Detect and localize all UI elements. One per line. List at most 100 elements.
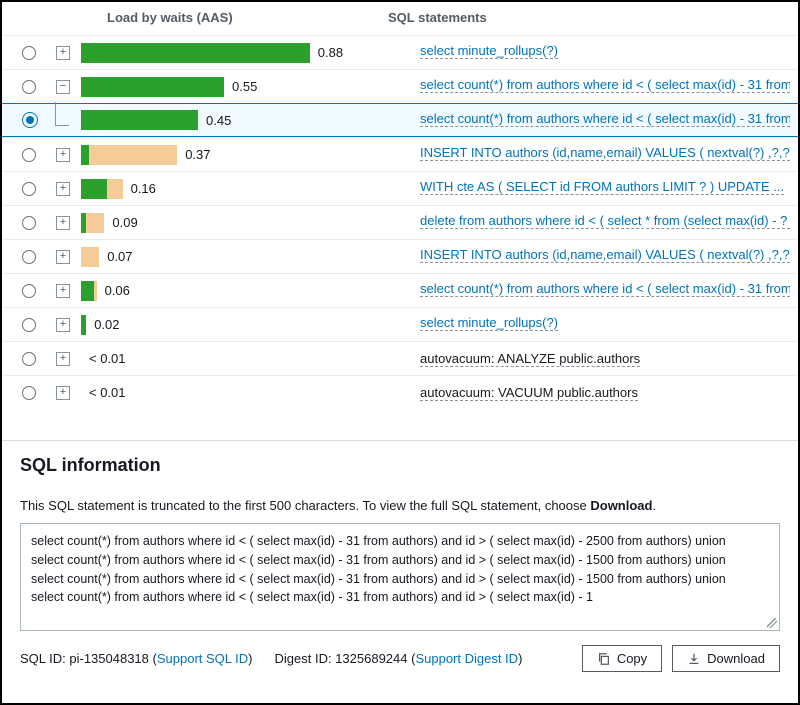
sql-statement-link[interactable]: select count(*) from authors where id < …: [420, 281, 790, 297]
load-bar: [81, 110, 198, 130]
load-value: 0.07: [107, 249, 132, 264]
truncation-note: This SQL statement is truncated to the f…: [20, 498, 780, 513]
load-value: 0.02: [94, 317, 119, 332]
load-bar: [81, 145, 177, 165]
bar-segment-orange: [94, 281, 97, 301]
tree-connector-icon: [55, 102, 69, 126]
table-row[interactable]: +0.37 INSERT INTO authors (id,name,email)…: [2, 137, 798, 171]
sql-statement-link[interactable]: select minute_rollups(?): [420, 43, 558, 59]
load-value: 0.06: [105, 283, 130, 298]
sql-information-panel: SQL information This SQL statement is tr…: [2, 440, 798, 682]
expand-icon[interactable]: +: [56, 216, 70, 230]
bar-segment-green: [81, 281, 94, 301]
header-load[interactable]: Load by waits (AAS): [47, 10, 382, 25]
sql-line: select count(*) from authors where id < …: [31, 570, 769, 589]
load-value: 0.16: [131, 181, 156, 196]
row-radio[interactable]: [22, 284, 36, 298]
row-radio[interactable]: [22, 318, 36, 332]
download-button[interactable]: Download: [672, 645, 780, 672]
row-radio[interactable]: [22, 352, 36, 366]
sql-statement-link[interactable]: select minute_rollups(?): [420, 315, 558, 331]
bar-segment-orange: [107, 179, 123, 199]
load-value: 0.55: [232, 79, 257, 94]
table-row[interactable]: +0.09 delete from authors where id < ( se…: [2, 205, 798, 239]
sql-line: select count(*) from authors where id < …: [31, 532, 769, 551]
table-row[interactable]: +0.06 select count(*) from authors where …: [2, 273, 798, 307]
row-radio[interactable]: [22, 112, 38, 128]
expand-icon[interactable]: +: [56, 148, 70, 162]
bar-segment-green: [81, 315, 86, 335]
expand-icon[interactable]: +: [56, 46, 70, 60]
load-value: 0.88: [318, 45, 343, 60]
sql-id-value: pi-135048318: [69, 651, 149, 666]
bar-segment-green: [81, 179, 107, 199]
sql-statement-link[interactable]: INSERT INTO authors (id,name,email) VALU…: [420, 247, 790, 263]
support-digest-id-link[interactable]: Support Digest ID: [415, 651, 518, 666]
row-radio[interactable]: [22, 46, 36, 60]
digest-id-value: 1325689244: [335, 651, 407, 666]
sql-statement-link[interactable]: delete from authors where id < ( select …: [420, 213, 790, 229]
bar-segment-orange: [89, 145, 177, 165]
sql-statement-link[interactable]: select count(*) from authors where id < …: [420, 111, 790, 127]
bar-segment-green: [81, 77, 224, 97]
load-value: 0.09: [112, 215, 137, 230]
expand-icon[interactable]: +: [56, 182, 70, 196]
load-value: < 0.01: [89, 385, 126, 400]
table-row[interactable]: +0.16 WITH cte AS ( SELECT id FROM author…: [2, 171, 798, 205]
load-bar: [81, 315, 86, 335]
bar-segment-orange: [86, 213, 104, 233]
panel-title: SQL information: [20, 455, 780, 476]
bar-segment-green: [81, 43, 310, 63]
expand-icon[interactable]: +: [56, 284, 70, 298]
load-bar: [81, 43, 310, 63]
sql-text-box[interactable]: select count(*) from authors where id < …: [20, 523, 780, 631]
sql-statement-link[interactable]: select count(*) from authors where id < …: [420, 77, 790, 93]
sql-line: select count(*) from authors where id < …: [31, 551, 769, 570]
load-bar: [81, 77, 224, 97]
table-row[interactable]: + < 0.01 autovacuum: ANALYZE public.author…: [2, 341, 798, 375]
load-value: 0.37: [185, 147, 210, 162]
table-row[interactable]: − 0.55 select count(*) from authors where …: [2, 69, 798, 103]
table-row[interactable]: +0.07 INSERT INTO authors (id,name,email)…: [2, 239, 798, 273]
row-radio[interactable]: [22, 216, 36, 230]
collapse-icon[interactable]: −: [56, 80, 70, 94]
expand-icon[interactable]: +: [56, 318, 70, 332]
row-radio[interactable]: [22, 250, 36, 264]
bar-segment-green: [81, 110, 198, 130]
copy-button[interactable]: Copy: [582, 645, 662, 672]
sql-statement-link[interactable]: INSERT INTO authors (id,name,email) VALU…: [420, 145, 790, 161]
load-bar: [81, 213, 104, 233]
row-radio[interactable]: [22, 80, 36, 94]
sql-statement-link: autovacuum: VACUUM public.authors: [420, 385, 638, 401]
download-icon: [687, 652, 701, 666]
bar-segment-green: [81, 145, 89, 165]
id-row: SQL ID: pi-135048318 (Support SQL ID) Di…: [20, 651, 522, 666]
resize-handle-icon[interactable]: [767, 618, 777, 628]
bar-segment-orange: [81, 247, 99, 267]
table-row[interactable]: +0.88 select minute_rollups(?): [2, 35, 798, 69]
expand-icon[interactable]: +: [56, 250, 70, 264]
copy-icon: [597, 652, 611, 666]
table-header: Load by waits (AAS) SQL statements: [2, 2, 798, 35]
load-value: 0.45: [206, 113, 231, 128]
digest-id-label: Digest ID:: [275, 651, 336, 666]
header-sql[interactable]: SQL statements: [382, 10, 798, 25]
load-bar: [81, 281, 97, 301]
sql-line: select count(*) from authors where id < …: [31, 588, 769, 607]
row-radio[interactable]: [22, 182, 36, 196]
table-row[interactable]: 0.45 select count(*) from authors where i…: [2, 103, 798, 137]
table-row[interactable]: + < 0.01 autovacuum: VACUUM public.authors: [2, 375, 798, 409]
sql-table-scroll[interactable]: Load by waits (AAS) SQL statements +0.88…: [2, 2, 798, 440]
expand-icon[interactable]: +: [56, 386, 70, 400]
row-radio[interactable]: [22, 148, 36, 162]
sql-statement-link: autovacuum: ANALYZE public.authors: [420, 351, 640, 367]
table-row[interactable]: +0.02 select minute_rollups(?): [2, 307, 798, 341]
sql-id-label: SQL ID:: [20, 651, 69, 666]
support-sql-id-link[interactable]: Support SQL ID: [157, 651, 248, 666]
load-value: < 0.01: [89, 351, 126, 366]
row-radio[interactable]: [22, 386, 36, 400]
load-bar: [81, 179, 123, 199]
sql-statement-link[interactable]: WITH cte AS ( SELECT id FROM authors LIM…: [420, 179, 784, 195]
expand-icon[interactable]: +: [56, 352, 70, 366]
load-bar: [81, 247, 99, 267]
